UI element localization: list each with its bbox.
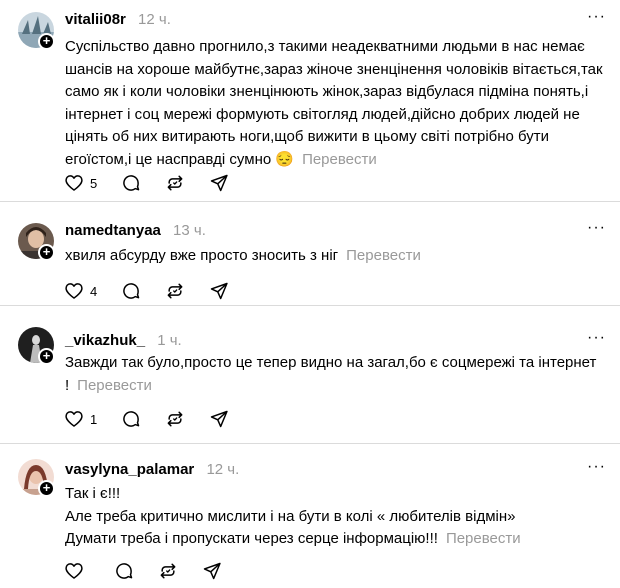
timestamp[interactable]: 12 ч. [138,11,171,28]
heart-icon [65,411,83,427]
timestamp[interactable]: 12 ч. [206,461,239,478]
share-icon [210,410,228,428]
action-bar: 4 [64,281,253,301]
username[interactable]: namedtanyaa [65,222,161,239]
comment-line-last: ! Перевести [65,375,605,398]
translate-link[interactable]: Перевести [346,247,421,264]
translate-link[interactable]: Перевести [302,151,377,168]
like-count: 1 [90,411,98,427]
repost-icon [167,175,183,191]
share-button[interactable] [202,561,222,581]
like-button[interactable] [64,561,90,581]
comment-line-last: егоїстом,і це насправді сумно 😔 Перевести [65,149,605,172]
more-icon[interactable]: ··· [587,8,606,26]
repost-button[interactable] [165,281,185,301]
comment-icon [123,283,140,299]
like-button[interactable]: 1 [64,409,97,429]
comment-line: Так і є!!! [65,485,121,502]
comment-line: Завжди так було,просто це тепер видно на… [65,354,597,371]
like-count: 5 [90,175,98,191]
repost-button[interactable] [165,409,185,429]
comment-icon [123,411,140,427]
username[interactable]: _vikazhuk_ [65,332,145,349]
follow-plus-icon[interactable]: + [38,480,55,497]
more-icon[interactable]: ··· [587,219,606,237]
avatar-wrap[interactable]: + [18,12,56,50]
comment-line: інтернет і соц мережі формують світогляд… [65,105,580,123]
comment-button[interactable] [121,409,141,429]
share-button[interactable] [209,409,229,429]
share-icon [210,174,228,192]
comment-line: Але треба критично мислити і на бути в к… [65,507,516,525]
comment-header: vasylyna_palamar 12 ч. [65,461,239,479]
translate-link[interactable]: Перевести [77,377,152,394]
comment-post: + _vikazhuk_ 1 ч. ··· Завжди так було,пр… [0,307,620,444]
heart-icon [65,283,83,299]
comment-line-last: Думати треба і пропускати через серце ін… [65,528,605,551]
more-icon[interactable]: ··· [587,458,606,476]
avatar-wrap[interactable]: + [18,459,56,497]
username[interactable]: vitalii08r [65,11,126,28]
repost-button[interactable] [158,561,178,581]
avatar-wrap[interactable]: + [18,223,56,261]
comment-line-text: Думати треба і пропускати через серце ін… [65,530,438,547]
timestamp[interactable]: 1 ч. [157,332,182,349]
action-bar [64,561,246,581]
avatar-wrap[interactable]: + [18,327,56,365]
comment-button[interactable] [114,561,134,581]
like-button[interactable]: 5 [64,173,97,193]
comment-button[interactable] [121,281,141,301]
comment-text: Суспільство давно прогнило,з такими неад… [65,36,605,171]
like-button[interactable]: 4 [64,281,97,301]
comment-line: шансів на хороше майбутнє,зараз жіноче з… [65,60,603,78]
more-icon[interactable]: ··· [587,329,606,347]
timestamp[interactable]: 13 ч. [173,222,206,239]
follow-plus-icon[interactable]: + [38,33,55,50]
repost-icon [167,283,183,299]
comment-text: Завжди так було,просто це тепер видно на… [65,352,605,397]
share-icon [203,562,221,580]
comment-post: + vasylyna_palamar 12 ч. ··· Так і є!!! … [0,445,620,588]
comment-icon [123,175,140,191]
comment-line: цінять об них витирають ноги,щоб вижити … [65,128,550,145]
comment-icon [116,563,133,579]
comment-header: _vikazhuk_ 1 ч. [65,332,182,350]
repost-icon [160,563,176,579]
comment-text: хвиля абсурду вже просто зносить з ніг Пе… [65,245,605,268]
comment-line-text: ! [65,376,70,394]
comment-post: + namedtanyaa 13 ч. ··· хвиля абсурду вж… [0,203,620,306]
repost-button[interactable] [165,173,185,193]
comment-line: само як і коли чоловіки зненцінюють жіно… [65,83,589,100]
comment-line-text: хвиля абсурду вже просто зносить з ніг [65,247,339,264]
comment-text: Так і є!!! Але треба критично мислити і … [65,483,605,551]
share-button[interactable] [209,281,229,301]
comment-header: vitalii08r 12 ч. [65,11,171,29]
comment-post: + vitalii08r 12 ч. ··· Суспільство давно… [0,0,620,202]
comments-feed: + vitalii08r 12 ч. ··· Суспільство давно… [0,0,620,588]
translate-link[interactable]: Перевести [446,530,521,547]
comment-line-text: егоїстом,і це насправді сумно 😔 [65,150,295,168]
share-button[interactable] [209,173,229,193]
username[interactable]: vasylyna_palamar [65,461,194,478]
comment-button[interactable] [121,173,141,193]
comment-line-last: хвиля абсурду вже просто зносить з ніг Пе… [65,245,605,268]
repost-icon [167,411,183,427]
comment-header: namedtanyaa 13 ч. [65,222,206,240]
share-icon [210,282,228,300]
follow-plus-icon[interactable]: + [38,244,55,261]
like-count: 4 [90,283,98,299]
follow-plus-icon[interactable]: + [38,348,55,365]
heart-icon [65,175,83,191]
action-bar: 1 [64,409,253,429]
heart-icon [65,563,83,579]
comment-line: Суспільство давно прогнило,з такими неад… [65,38,585,55]
action-bar: 5 [64,173,253,193]
